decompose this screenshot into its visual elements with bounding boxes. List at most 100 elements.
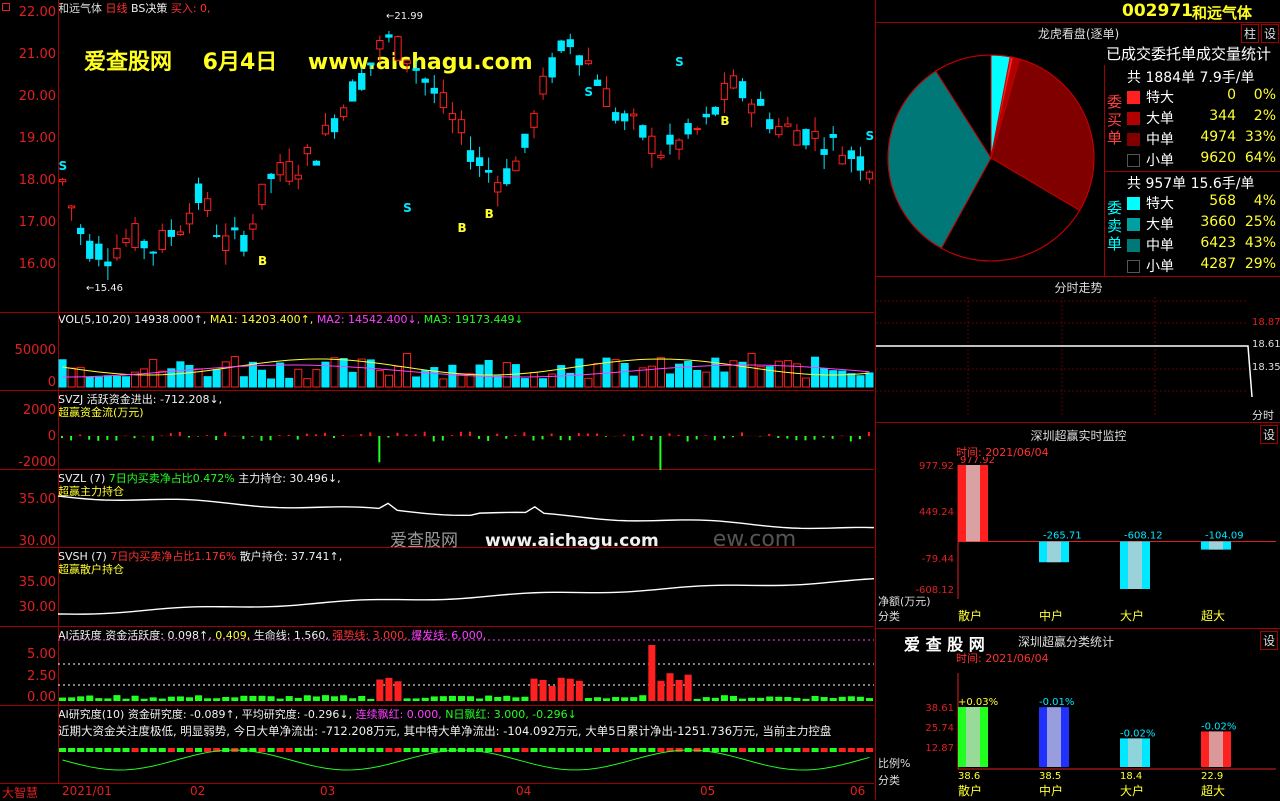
flow-bar (188, 436, 190, 437)
research-bar (322, 748, 329, 752)
activity-bar (95, 698, 102, 701)
flow-bar (795, 436, 797, 440)
volume-bar (812, 357, 819, 387)
candle-body (485, 170, 491, 172)
svzj-panel[interactable]: SVZJ 活跃资金进出: -712.208↓, 超赢资金流(万元) 2000 0… (0, 391, 874, 470)
research-bar (122, 748, 129, 752)
order-pct: 4% (1236, 193, 1276, 209)
activity-bar (784, 697, 791, 701)
activity-bar (594, 697, 601, 701)
monitor-bar-shine (1128, 541, 1142, 589)
classify-settings-button[interactable]: 设 (1260, 631, 1278, 650)
activity-bar (748, 698, 755, 701)
flow-bar (396, 433, 398, 436)
ai-tick: 5.00 (0, 647, 56, 662)
research-bar (540, 748, 547, 752)
research-bar (367, 748, 374, 752)
flow-bar (88, 436, 90, 440)
volume-bar (830, 371, 837, 387)
candle-body (576, 56, 582, 65)
activity-bar (775, 697, 782, 701)
flow-bar (378, 436, 380, 462)
candlestick-chart[interactable]: SBSBBSSBS (58, 0, 874, 312)
activity-bar (449, 696, 456, 701)
volume-bar (367, 360, 374, 387)
price-tick: 18.00 (0, 173, 56, 188)
volume-bar (821, 369, 828, 387)
activity-bar (467, 696, 474, 701)
classify-y-label: 比例% (878, 756, 910, 770)
svzl-tick: 30.00 (0, 534, 56, 549)
settings-button[interactable]: 设 (1261, 24, 1279, 43)
signal-buy-mark: B (720, 114, 729, 128)
candle-body (359, 74, 365, 90)
candle-body (739, 82, 745, 98)
research-bar (812, 748, 819, 752)
flow-bar (596, 433, 598, 436)
price-tick: 20.00 (0, 89, 56, 104)
candle-body (159, 230, 165, 249)
research-bar (639, 748, 646, 752)
legend-swatch (1127, 197, 1140, 210)
research-bars (58, 736, 874, 782)
vol-tick: 50000 (0, 343, 56, 358)
ai-activity-panel[interactable]: AI活跃度 资金活跃度: 0.098↑, 0.409, 生命线: 1.560, … (0, 627, 874, 706)
research-bar (802, 748, 809, 752)
kline-panel[interactable]: 和远气体 日线 BS决策 买入: 0, 22.00 21.00 20.00 19… (0, 0, 874, 313)
activity-bar (703, 697, 710, 701)
order-pct: 64% (1236, 150, 1276, 166)
classify-title: 深圳超赢分类统计 (1018, 633, 1114, 650)
activity-bar (730, 696, 737, 701)
candle-body (476, 158, 482, 166)
research-bar (177, 748, 184, 752)
brand-corner[interactable]: 大智慧 (2, 784, 38, 801)
activity-bar (766, 697, 773, 701)
research-bar (358, 748, 365, 752)
candle-body (286, 162, 292, 182)
research-bar (376, 748, 383, 752)
svsh-line (58, 548, 874, 627)
monitor-settings-button[interactable]: 设 (1260, 425, 1278, 444)
candle-body (68, 206, 74, 208)
volume-bar (612, 360, 619, 387)
volume-bar (802, 378, 809, 387)
candle-body (522, 134, 528, 147)
flow-bar (487, 436, 489, 441)
svzl-panel[interactable]: SVZL (7) 7日内买卖净占比0.472% 主力持仓: 30.496↓, 超… (0, 470, 874, 548)
research-bar (594, 748, 601, 752)
svsh-panel[interactable]: SVSH (7) 7日内买卖净占比1.176% 散户持仓: 37.741↑, 超… (0, 548, 874, 627)
intraday-time-label: 分时 (1252, 407, 1274, 423)
activity-bar (431, 696, 438, 701)
candle-body (540, 76, 546, 94)
candle-body (322, 125, 328, 134)
activity-bar (240, 696, 247, 701)
intraday-panel[interactable]: 分时走势 18.87 18.61 18.35 分时 (875, 277, 1280, 423)
flow-bar (70, 436, 72, 440)
dragon-panel: 龙虎看盘(逐单) 柱 设 已成交委托单成交量统计 委买单 共 1884单 7.9… (875, 23, 1280, 277)
activity-bar (322, 695, 329, 701)
flow-bar (804, 436, 806, 440)
svzj-bars (58, 391, 874, 470)
volume-bar (358, 359, 365, 387)
volume-panel[interactable]: VOL(5,10,20) 14938.000↑, MA1: 14203.400↑… (0, 313, 874, 391)
monitor-y-label: 净额(万元) (878, 594, 931, 608)
order-count: 3660 (1166, 214, 1236, 230)
activity-bar (866, 698, 873, 701)
price-line (876, 346, 1252, 397)
activity-bar (830, 698, 837, 701)
candle-body (495, 183, 501, 192)
candle-body (349, 82, 355, 101)
candle-body (504, 169, 510, 184)
research-panel[interactable]: AI研究度(10) 资金研究度: -0.089↑, 平均研究度: -0.296↓… (0, 706, 874, 784)
flow-bar (569, 436, 571, 440)
research-bar (621, 748, 628, 752)
research-bar (150, 748, 157, 752)
flow-bar (496, 434, 498, 436)
bar-toggle-button[interactable]: 柱 (1241, 24, 1259, 43)
activity-bar (603, 698, 610, 701)
volume-bar (141, 369, 148, 387)
volume-bar (186, 365, 193, 387)
time-axis: 大智慧 2021/01 02 03 04 05 06 (0, 784, 874, 800)
ai-tick: 0.00 (0, 690, 56, 705)
price-tick: 19.00 (0, 131, 56, 146)
